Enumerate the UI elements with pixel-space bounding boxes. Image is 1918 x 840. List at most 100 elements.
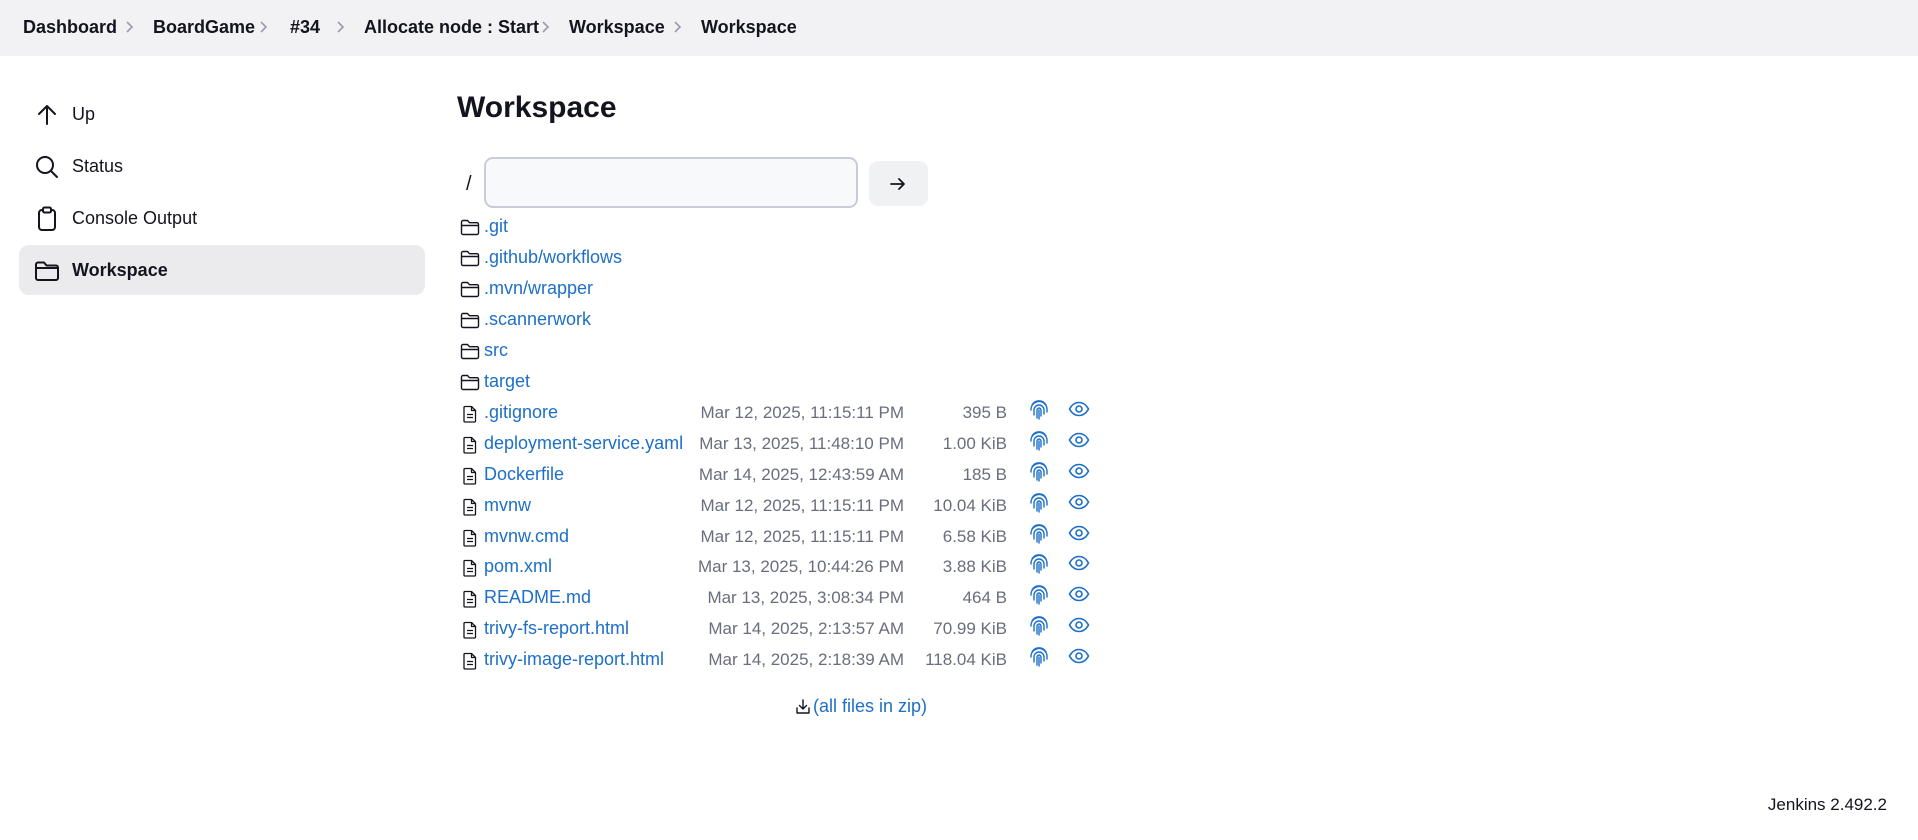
folder-icon <box>460 312 480 329</box>
chevron-right-icon <box>674 21 682 33</box>
file-size: 6.58 KiB <box>942 527 1007 546</box>
go-button[interactable] <box>869 161 928 206</box>
file-size: 118.04 KiB <box>925 650 1007 669</box>
breadcrumb-build[interactable]: #34 <box>290 15 320 39</box>
chevron-right-icon <box>260 21 268 33</box>
table-row: mvnw.cmd Mar 12, 2025, 11:15:11 PM 6.58 … <box>460 522 1100 550</box>
path-input[interactable] <box>484 157 858 208</box>
clipboard-icon <box>38 206 56 231</box>
file-icon <box>463 498 477 516</box>
file-size: 464 B <box>962 588 1007 607</box>
file-date: Mar 14, 2025, 2:13:57 AM <box>708 619 904 638</box>
file-date: Mar 14, 2025, 2:18:39 AM <box>708 650 904 669</box>
eye-icon[interactable] <box>1068 524 1090 542</box>
file-date: Mar 13, 2025, 11:48:10 PM <box>699 434 904 453</box>
sidebar-item-label: Console Output <box>72 208 198 228</box>
folder-link[interactable]: .mvn/wrapper <box>484 276 593 300</box>
file-icon <box>463 436 477 454</box>
file-date: Mar 12, 2025, 11:15:11 PM <box>700 527 905 546</box>
list-item: target <box>460 367 1100 395</box>
table-row: Dockerfile Mar 14, 2025, 12:43:59 AM 185… <box>460 460 1100 488</box>
fingerprint-icon[interactable] <box>1028 614 1050 638</box>
folder-icon <box>460 219 480 236</box>
chevron-right-icon <box>542 21 550 33</box>
file-link[interactable]: .gitignore <box>484 400 558 424</box>
fingerprint-icon[interactable] <box>1028 522 1050 546</box>
path-prefix: / <box>466 173 472 195</box>
breadcrumb-allocate-node[interactable]: Allocate node : Start <box>364 15 539 39</box>
breadcrumb-boardgame[interactable]: BoardGame <box>153 15 255 39</box>
arrow-right-icon <box>890 178 905 190</box>
fingerprint-icon[interactable] <box>1028 583 1050 607</box>
eye-icon[interactable] <box>1068 431 1090 449</box>
folder-icon <box>460 343 480 360</box>
fingerprint-icon[interactable] <box>1028 398 1050 422</box>
file-link[interactable]: trivy-fs-report.html <box>484 616 629 640</box>
eye-icon[interactable] <box>1068 585 1090 603</box>
file-link[interactable]: trivy-image-report.html <box>484 647 664 671</box>
fingerprint-icon[interactable] <box>1028 460 1050 484</box>
fingerprint-icon[interactable] <box>1028 491 1050 515</box>
eye-icon[interactable] <box>1068 493 1090 511</box>
sidebar-item-status[interactable]: Status <box>19 141 425 191</box>
jenkins-version[interactable]: Jenkins 2.492.2 <box>1768 793 1887 817</box>
breadcrumb-workspace-current[interactable]: Workspace <box>701 15 797 39</box>
file-link[interactable]: README.md <box>484 585 591 609</box>
file-size: 10.04 KiB <box>933 496 1007 515</box>
eye-icon[interactable] <box>1068 647 1090 665</box>
download-zip-link[interactable]: (all files in zip) <box>813 694 927 718</box>
file-icon <box>463 652 477 670</box>
folder-link[interactable]: .github/workflows <box>484 245 622 269</box>
eye-icon[interactable] <box>1068 616 1090 634</box>
table-row: mvnw Mar 12, 2025, 11:15:11 PM 10.04 KiB <box>460 491 1100 519</box>
breadcrumb-dashboard[interactable]: Dashboard <box>23 15 117 39</box>
table-row: pom.xml Mar 13, 2025, 10:44:26 PM 3.88 K… <box>460 552 1100 580</box>
folder-link[interactable]: src <box>484 338 508 362</box>
file-size: 3.88 KiB <box>942 557 1007 576</box>
breadcrumb: Dashboard BoardGame #34 Allocate node : … <box>0 0 1918 56</box>
fingerprint-icon[interactable] <box>1028 645 1050 669</box>
file-date: Mar 12, 2025, 11:15:11 PM <box>700 496 905 515</box>
sidebar-item-workspace[interactable]: Workspace <box>19 245 425 295</box>
folder-icon <box>460 250 480 267</box>
search-icon <box>36 156 58 178</box>
fingerprint-icon[interactable] <box>1028 429 1050 453</box>
folder-link[interactable]: .git <box>484 214 508 238</box>
file-link[interactable]: Dockerfile <box>484 462 564 486</box>
list-item: .github/workflows <box>460 243 1100 271</box>
fingerprint-icon[interactable] <box>1028 552 1050 576</box>
file-link[interactable]: mvnw.cmd <box>484 524 569 548</box>
file-link[interactable]: mvnw <box>484 493 531 517</box>
file-size: 395 B <box>962 403 1007 422</box>
folder-icon <box>35 261 59 281</box>
table-row: trivy-fs-report.html Mar 14, 2025, 2:13:… <box>460 614 1100 642</box>
table-row: deployment-service.yaml Mar 13, 2025, 11… <box>460 429 1100 457</box>
file-date: Mar 13, 2025, 3:08:34 PM <box>707 588 904 607</box>
table-row: README.md Mar 13, 2025, 3:08:34 PM 464 B <box>460 583 1100 611</box>
list-item: src <box>460 336 1100 364</box>
eye-icon[interactable] <box>1068 400 1090 418</box>
folder-link[interactable]: target <box>484 369 530 393</box>
chevron-right-icon <box>337 21 345 33</box>
sidebar-item-console-output[interactable]: Console Output <box>19 193 425 243</box>
file-icon <box>463 590 477 608</box>
file-icon <box>463 559 477 577</box>
sidebar-item-up[interactable]: Up <box>19 89 425 139</box>
chevron-right-icon <box>126 21 134 33</box>
file-date: Mar 13, 2025, 10:44:26 PM <box>697 557 904 576</box>
file-icon <box>463 405 477 423</box>
folder-icon <box>460 374 480 391</box>
file-size: 1.00 KiB <box>942 434 1007 453</box>
eye-icon[interactable] <box>1068 462 1090 480</box>
sidebar-item-label: Up <box>72 104 96 124</box>
list-item: .scannerwork <box>460 305 1100 333</box>
file-size: 185 B <box>962 465 1007 484</box>
folder-link[interactable]: .scannerwork <box>484 307 591 331</box>
download-icon <box>796 699 810 714</box>
file-link[interactable]: pom.xml <box>484 554 552 578</box>
breadcrumb-workspace[interactable]: Workspace <box>569 15 665 39</box>
eye-icon[interactable] <box>1068 554 1090 572</box>
file-date: Mar 12, 2025, 11:15:11 PM <box>700 403 905 422</box>
file-link[interactable]: deployment-service.yaml <box>484 431 683 455</box>
file-date: Mar 14, 2025, 12:43:59 AM <box>698 465 904 484</box>
